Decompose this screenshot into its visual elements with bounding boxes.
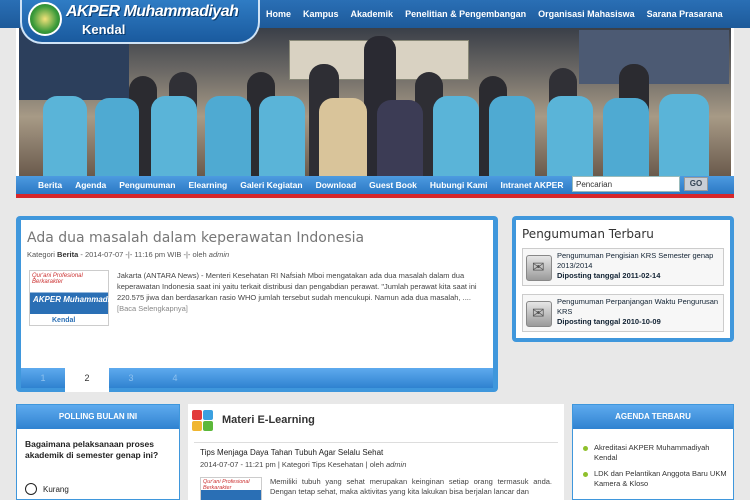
read-more-link[interactable]: [Baca Selengkapnya] [117, 304, 188, 313]
pager-4[interactable]: 4 [153, 368, 197, 388]
agenda-item[interactable]: Akreditasi AKPER Muhammadiyah Kendal [583, 443, 729, 463]
elearning-panel: Materi E-Learning Tips Menjaga Daya Taha… [188, 404, 564, 500]
top-nav-home[interactable]: Home [266, 9, 291, 19]
bullet-icon [583, 446, 588, 451]
article-meta: Kategori Berita - 2014-07-07 -|- 11:16 p… [27, 250, 230, 259]
emblem-icon [28, 2, 62, 36]
radio-button[interactable] [25, 483, 37, 495]
agenda-item[interactable]: LDK dan Pelantikan Anggota Baru UKM Kame… [583, 469, 729, 489]
top-nav-sarana[interactable]: Sarana Prasarana [647, 9, 723, 19]
puzzle-icon [192, 410, 214, 432]
poll-panel: POLLING BULAN INI Bagaimana pelaksanaan … [16, 404, 180, 500]
agenda-title: AGENDA TERBARU [573, 405, 733, 429]
nav-download[interactable]: Download [316, 180, 357, 190]
poll-title: POLLING BULAN INI [17, 405, 179, 429]
divider [16, 194, 734, 198]
slider-pager: 1 2 3 4 [21, 368, 493, 392]
nav-agenda[interactable]: Agenda [75, 180, 106, 190]
logo-title: AKPER Muhammadiyah [66, 3, 239, 20]
pager-3[interactable]: 3 [109, 368, 153, 388]
nav-guestbook[interactable]: Guest Book [369, 180, 417, 190]
announcement-item[interactable]: Pengumuman Pengisian KRS Semester genap … [522, 248, 724, 286]
announcements-title: Pengumuman Terbaru [522, 227, 654, 241]
mail-icon [526, 255, 552, 281]
agenda-panel: AGENDA TERBARU Akreditasi AKPER Muhammad… [572, 404, 734, 500]
search-button[interactable]: GO [684, 177, 708, 191]
announcements-panel: Pengumuman Terbaru Pengumuman Pengisian … [512, 216, 734, 342]
elearning-title: Materi E-Learning [222, 414, 315, 426]
post-meta: 2014-07-07 - 11:21 pm | Kategori Tips Ke… [200, 460, 407, 469]
nav-elearning[interactable]: Elearning [188, 180, 227, 190]
nav-hubungi[interactable]: Hubungi Kami [430, 180, 488, 190]
nav-berita[interactable]: Berita [38, 180, 62, 190]
top-nav-kampus[interactable]: Kampus [303, 9, 339, 19]
nav-intranet[interactable]: Intranet AKPER [500, 180, 563, 190]
site-logo[interactable]: AKPER Muhammadiyah Kendal [20, 0, 260, 44]
article-thumbnail[interactable]: Qur'ani Profesional Berkarakter AKPER Mu… [29, 270, 124, 326]
post-title[interactable]: Tips Menjaga Daya Tahan Tubuh Agar Selal… [200, 448, 383, 457]
article-title[interactable]: Ada dua masalah dalam keperawatan Indone… [27, 230, 364, 246]
pager-1[interactable]: 1 [21, 368, 65, 388]
top-nav: Home Kampus Akademik Penelitian & Pengem… [266, 0, 735, 28]
top-nav-penelitian[interactable]: Penelitian & Pengembangan [405, 9, 526, 19]
banner-photo [16, 28, 734, 176]
article-excerpt: Jakarta (ANTARA News) - Menteri Kesehata… [117, 271, 477, 313]
poll-option[interactable]: Kurang [25, 483, 69, 495]
announcement-item[interactable]: Pengumuman Perpanjangan Waktu Pengurusan… [522, 294, 724, 332]
bullet-icon [583, 472, 588, 477]
top-nav-organisasi[interactable]: Organisasi Mahasiswa [538, 9, 635, 19]
mail-icon [526, 301, 552, 327]
elearning-post: Tips Menjaga Daya Tahan Tubuh Agar Selal… [194, 442, 558, 500]
news-slider: Ada dua masalah dalam keperawatan Indone… [16, 216, 498, 392]
poll-question: Bagaimana pelaksanaan proses akademik di… [25, 439, 159, 460]
logo-city: Kendal [82, 22, 126, 37]
search-input[interactable]: Pencarian [572, 176, 680, 192]
nav-galeri[interactable]: Galeri Kegiatan [240, 180, 302, 190]
top-nav-akademik[interactable]: Akademik [351, 9, 394, 19]
nav-pengumuman[interactable]: Pengumuman [119, 180, 175, 190]
post-excerpt: Memiliki tubuh yang sehat merupakan kein… [270, 477, 552, 496]
pager-2[interactable]: 2 [65, 368, 109, 392]
post-thumbnail[interactable]: Qur'ani Profesional Berkarakter [200, 477, 262, 500]
